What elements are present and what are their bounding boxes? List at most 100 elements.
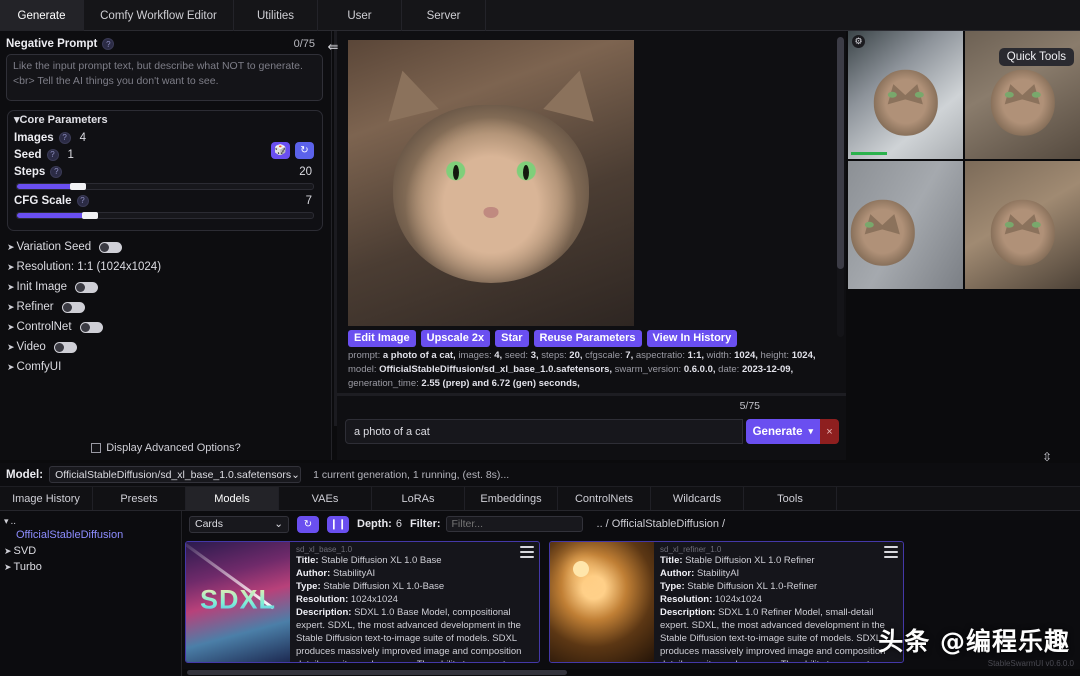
edit-image-button[interactable]: Edit Image	[348, 330, 416, 347]
cfg-scale-slider[interactable]	[16, 212, 314, 219]
section-init-image[interactable]: ➤ Init Image	[7, 277, 323, 297]
thumbnail-1[interactable]: ⚙	[848, 31, 963, 159]
folder-item-officialstablediffusion[interactable]: OfficialStableDiffusion	[4, 527, 181, 543]
horizontal-splitter[interactable]	[337, 393, 846, 396]
prompt-input[interactable]	[345, 419, 743, 444]
section-video-label: Video	[17, 341, 46, 353]
cfg-scale-slider-knob[interactable]	[82, 212, 98, 219]
help-icon[interactable]: ?	[50, 166, 62, 178]
thumbnail-3[interactable]	[848, 161, 963, 289]
bottom-tab-vaes[interactable]: VAEs	[279, 487, 372, 510]
reuse-parameters-button[interactable]: Reuse Parameters	[534, 330, 642, 347]
bottom-tab-embeddings[interactable]: Embeddings	[465, 487, 558, 510]
filter-input[interactable]	[446, 516, 583, 532]
folder-item-svd-label: SVD	[14, 545, 37, 557]
tab-generate-label: Generate	[18, 10, 66, 22]
meta-images-key: images:	[458, 350, 491, 361]
steps-slider[interactable]	[16, 183, 314, 190]
images-value[interactable]: 4	[80, 132, 86, 144]
help-icon[interactable]: ?	[59, 132, 71, 144]
negative-prompt-input[interactable]: Like the input prompt text, but describe…	[6, 54, 323, 101]
folder-item-turbo[interactable]: ➤ Turbo	[4, 559, 181, 575]
section-comfyui[interactable]: ➤ ComfyUI	[7, 357, 323, 377]
view-mode-select[interactable]: Cards ⌄	[189, 516, 289, 533]
chevron-down-icon[interactable]: ▾	[808, 426, 813, 437]
core-parameters-legend[interactable]: ▾Core Parameters	[14, 113, 316, 126]
section-video[interactable]: ➤ Video	[7, 337, 323, 357]
steps-value[interactable]: 20	[299, 166, 316, 178]
depth-control[interactable]: Depth:6	[357, 518, 402, 530]
model-card-type-value: Stable Diffusion XL 1.0-Base	[323, 581, 444, 592]
upscale-2x-button[interactable]: Upscale 2x	[421, 330, 490, 347]
steps-slider-knob[interactable]	[70, 183, 86, 190]
model-card-menu-icon[interactable]	[884, 546, 898, 558]
display-advanced-options-row[interactable]: Display Advanced Options?	[0, 442, 332, 454]
random-seed-icon[interactable]: 🎲	[271, 142, 290, 159]
view-in-history-button[interactable]: View In History	[647, 330, 738, 347]
collapse-panel-icon[interactable]: ⇚	[322, 40, 344, 54]
help-icon[interactable]: ?	[102, 38, 114, 50]
section-controlnet[interactable]: ➤ ControlNet	[7, 317, 323, 337]
folder-tree-root[interactable]: ▾ ..	[4, 516, 181, 527]
model-card-menu-icon[interactable]	[520, 546, 534, 558]
refresh-icon[interactable]: ↻	[297, 516, 319, 533]
main-generated-image[interactable]	[348, 40, 634, 326]
image-panel-scrollbar-track[interactable]	[837, 37, 844, 337]
init-image-toggle[interactable]	[75, 282, 98, 293]
model-browser-scrollbar-track[interactable]	[183, 669, 1080, 676]
negative-prompt-placeholder-line2: <br> Tell the AI things you don't want t…	[13, 74, 316, 89]
bottom-tab-controlnets[interactable]: ControlNets	[558, 487, 651, 510]
model-card-sd-xl-refiner[interactable]: sd_xl_refiner_1.0 Title: Stable Diffusio…	[549, 541, 904, 663]
seed-value[interactable]: 1	[68, 149, 74, 161]
cat-eye-left	[1004, 222, 1013, 228]
model-browser-scrollbar-thumb[interactable]	[187, 670, 567, 675]
section-resolution[interactable]: ➤ Resolution: 1:1 (1024x1024)	[7, 257, 323, 277]
thumbnail-4[interactable]	[965, 161, 1080, 289]
resize-grip-icon[interactable]: ⇳	[1040, 449, 1054, 465]
filter-label: Filter:	[410, 518, 441, 530]
pause-icon[interactable]: ❙❙	[327, 516, 349, 533]
vertical-splitter[interactable]	[334, 31, 337, 426]
breadcrumb[interactable]: .. / OfficialStableDiffusion /	[597, 518, 726, 530]
controlnet-toggle[interactable]	[80, 322, 103, 333]
tab-server[interactable]: Server	[402, 0, 486, 31]
metadata-line-2: model: OfficialStableDiffusion/sd_xl_bas…	[348, 363, 834, 377]
cfg-scale-label: CFG Scale	[14, 195, 72, 207]
cfg-scale-value[interactable]: 7	[306, 195, 316, 207]
section-init-image-label: Init Image	[17, 281, 68, 293]
bottom-tab-models[interactable]: Models	[186, 487, 279, 510]
chevron-right-icon: ➤	[7, 342, 15, 353]
reuse-seed-icon[interactable]: ↻	[295, 142, 314, 159]
display-advanced-options-checkbox[interactable]	[91, 443, 101, 453]
tab-utilities[interactable]: Utilities	[234, 0, 318, 31]
collapsible-sections: ➤ Variation Seed ➤ Resolution: 1:1 (1024…	[0, 231, 331, 377]
generate-button[interactable]: Generate ▾	[746, 419, 820, 444]
model-card-sd-xl-base[interactable]: SDXL sd_xl_base_1.0 Title: Stable Diffus…	[185, 541, 540, 663]
stop-generation-button[interactable]: ×	[820, 419, 839, 444]
chevron-right-icon: ➤	[7, 282, 15, 293]
quick-tools-button[interactable]: Quick Tools	[999, 48, 1074, 66]
image-panel-scrollbar-thumb[interactable]	[837, 37, 844, 269]
tab-user[interactable]: User	[318, 0, 402, 31]
tab-generate[interactable]: Generate	[0, 0, 84, 31]
variation-seed-toggle[interactable]	[99, 242, 122, 253]
bottom-tab-tools[interactable]: Tools	[744, 487, 837, 510]
bottom-tab-presets[interactable]: Presets	[93, 487, 186, 510]
bottom-tab-loras[interactable]: LoRAs	[372, 487, 465, 510]
model-card-type-label: Type:	[660, 581, 685, 592]
bottom-tab-image-history[interactable]: Image History	[0, 487, 93, 510]
video-toggle[interactable]	[54, 342, 77, 353]
section-variation-seed[interactable]: ➤ Variation Seed	[7, 237, 323, 257]
help-icon[interactable]: ?	[47, 149, 59, 161]
star-button[interactable]: Star	[495, 330, 528, 347]
chevron-right-icon: ➤	[7, 262, 15, 273]
core-parameters-legend-label: Core Parameters	[20, 114, 108, 126]
model-select-dropdown[interactable]: OfficialStableDiffusion/sd_xl_base_1.0.s…	[49, 466, 301, 483]
help-icon[interactable]: ?	[77, 195, 89, 207]
gear-icon[interactable]: ⚙	[852, 35, 865, 48]
bottom-tab-wildcards[interactable]: Wildcards	[651, 487, 744, 510]
refiner-toggle[interactable]	[62, 302, 85, 313]
section-refiner[interactable]: ➤ Refiner	[7, 297, 323, 317]
folder-item-svd[interactable]: ➤ SVD	[4, 543, 181, 559]
tab-comfy-workflow-editor[interactable]: Comfy Workflow Editor	[84, 0, 234, 31]
